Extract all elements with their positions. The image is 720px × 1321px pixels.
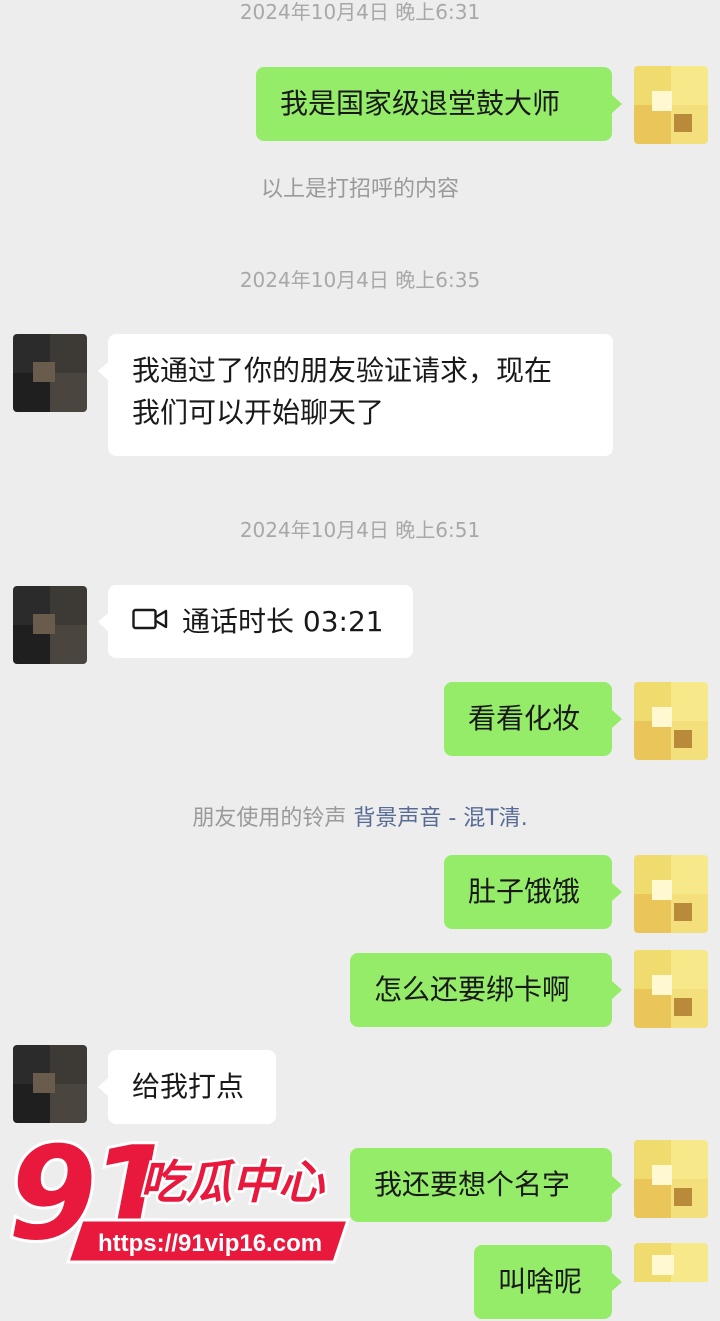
my-avatar[interactable] [634, 682, 708, 760]
my-avatar[interactable] [634, 66, 708, 144]
watermark-url: https://91vip16.com [98, 1230, 322, 1257]
message-bubble-outgoing[interactable]: 我还要想个名字 [350, 1148, 622, 1222]
contact-avatar[interactable] [13, 334, 87, 412]
watermark-logo: 91 吃瓜中心 https://91vip16.com [5, 1117, 351, 1272]
message-text: 我们可以开始聊天了 [132, 396, 385, 429]
message-bubble-outgoing[interactable]: 怎么还要绑卡啊 [350, 953, 622, 1027]
ringtone-notice: 朋友使用的铃声 背景声音 - 混T清. [0, 800, 720, 832]
message-text: 肚子饿饿 [468, 875, 581, 908]
message-bubble-outgoing[interactable]: 肚子饿饿 [444, 855, 622, 929]
message-bubble-incoming[interactable]: 我通过了你的朋友验证请求，现在 我们可以开始聊天了 [98, 334, 613, 456]
contact-avatar[interactable] [13, 1045, 87, 1123]
video-call-icon [132, 601, 168, 643]
message-text: 看看化妆 [468, 702, 581, 735]
message-text: 我通过了你的朋友验证请求，现在 [132, 354, 553, 387]
timestamp: 2024年10月4日 晚上6:35 [239, 268, 481, 292]
message-bubble-outgoing[interactable]: 看看化妆 [444, 682, 622, 756]
message-text: 我还要想个名字 [374, 1168, 571, 1201]
call-duration-text: 通话时长 03:21 [182, 604, 384, 638]
message-bubble-outgoing[interactable]: 我是国家级退堂鼓大师 [256, 67, 622, 141]
timestamp: 2024年10月4日 晚上6:51 [239, 518, 481, 542]
call-record-bubble[interactable]: 通话时长 03:21 [98, 585, 413, 658]
contact-avatar[interactable] [13, 586, 87, 664]
ringtone-link[interactable]: 背景声音 - 混T清. [353, 806, 527, 831]
message-text: 给我打点 [132, 1070, 245, 1103]
message-bubble-incoming[interactable]: 给我打点 [98, 1050, 276, 1124]
message-text: 叫啥呢 [498, 1265, 583, 1298]
my-avatar[interactable] [634, 950, 708, 1028]
system-notice: 以上是打招呼的内容 [260, 177, 459, 202]
ringtone-prefix: 朋友使用的铃声 [192, 806, 347, 831]
message-bubble-outgoing[interactable]: 叫啥呢 [474, 1245, 622, 1319]
my-avatar[interactable] [634, 855, 708, 933]
watermark-name: 吃瓜中心 [140, 1155, 326, 1209]
my-avatar[interactable] [634, 1140, 708, 1218]
message-text: 我是国家级退堂鼓大师 [280, 87, 561, 120]
watermark: 91 吃瓜中心 https://91vip16.com [0, 1117, 360, 1280]
message-text: 怎么还要绑卡啊 [374, 973, 571, 1006]
my-avatar[interactable] [634, 1243, 708, 1321]
timestamp: 2024年10月4日 晚上6:31 [239, 0, 481, 24]
